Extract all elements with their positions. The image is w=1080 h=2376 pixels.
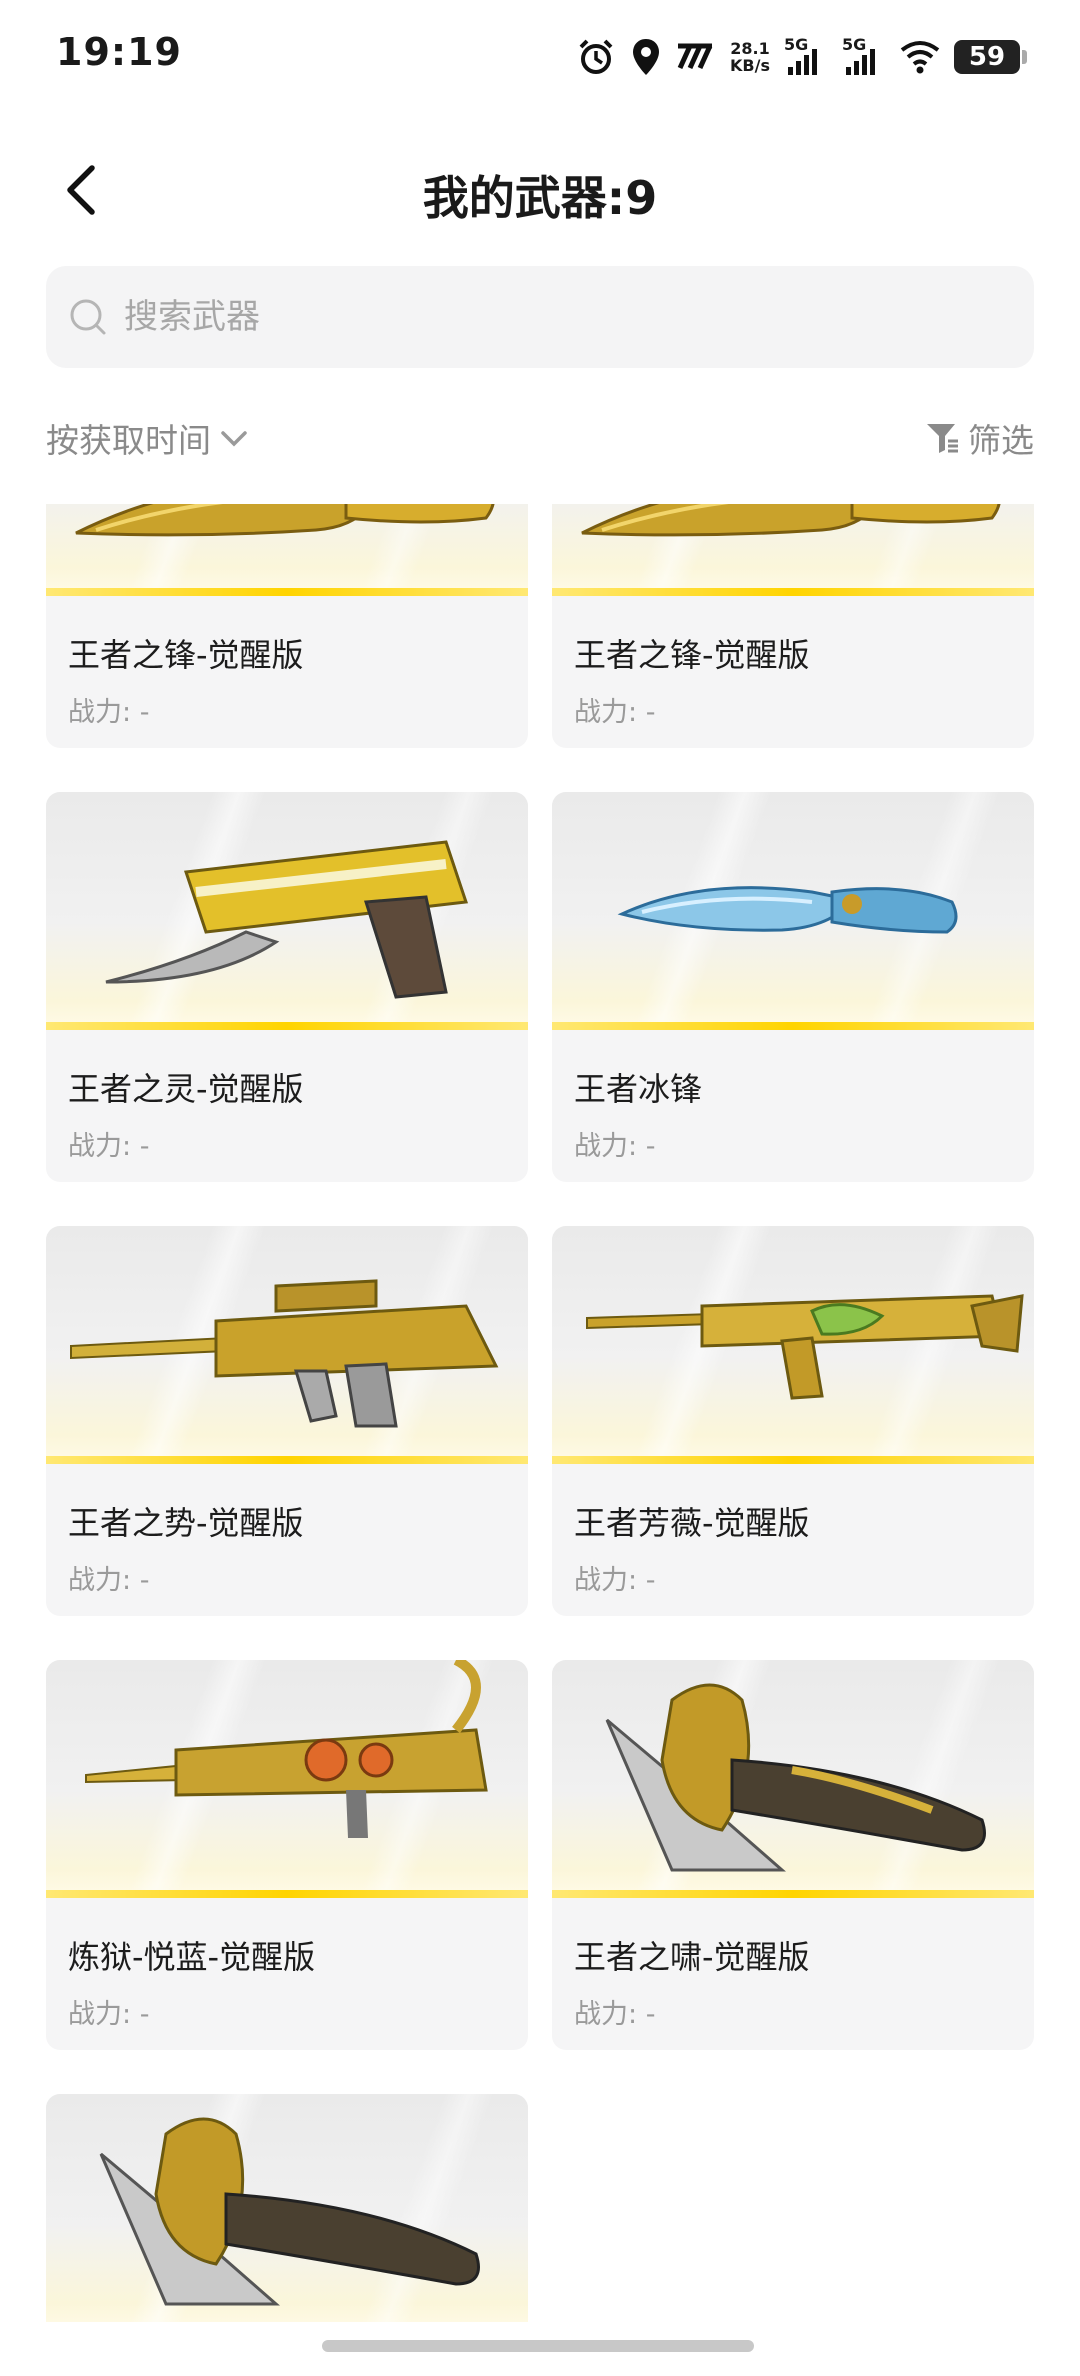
power-value: - [139, 697, 150, 728]
sort-filter-row: 按获取时间 筛选 [46, 408, 1034, 468]
weapon-image [46, 504, 528, 596]
golden-assault-rifle-image [586, 1294, 1024, 1400]
network-speed-unit: KB/s [730, 56, 770, 75]
power-label: 战力: [68, 697, 132, 728]
search-input[interactable] [122, 296, 926, 338]
app-header: 我的武器:9 [0, 140, 1080, 240]
golden-rifle-image [70, 1279, 499, 1428]
weapon-power: 战力: - [574, 1992, 655, 2031]
weapon-grid[interactable]: 王者之锋-觉醒版 战力: - 王者之锋-觉醒版 战力: - 王者之灵-觉醒版 战… [46, 504, 1034, 2322]
sort-dropdown[interactable]: 按获取时间 [46, 414, 251, 462]
weapon-power: 战力: - [68, 1992, 149, 2031]
power-label: 战力: [68, 1999, 132, 2030]
weapon-card[interactable]: 炼狱-悦蓝-觉醒版 战力: - [46, 1660, 528, 2050]
sort-label: 按获取时间 [46, 421, 211, 460]
location-icon [633, 39, 660, 75]
weapon-card[interactable]: 王者之锋-觉醒版 战力: - [46, 504, 528, 748]
weapon-card[interactable]: 王者之啸-觉醒版 战力: - [552, 1660, 1034, 2050]
weapon-name: 王者之势-觉醒版 [68, 1504, 304, 1542]
weapon-card[interactable]: 王者芳薇-觉醒版 战力: - [552, 1226, 1034, 1616]
page-title: 我的武器:9 [422, 171, 658, 225]
weapon-power: 战力: - [574, 1558, 655, 1597]
wifi-icon [900, 41, 940, 74]
ice-knife-image [617, 886, 958, 934]
filter-label: 筛选 [968, 421, 1034, 460]
search-bar[interactable] [46, 266, 1034, 368]
search-icon [70, 299, 106, 335]
power-value: - [645, 1565, 656, 1596]
signal-bars-icon [788, 49, 817, 75]
power-value: - [645, 1131, 656, 1162]
weapon-name: 王者之灵-觉醒版 [68, 1070, 304, 1108]
power-value: - [139, 1999, 150, 2030]
status-icons: 28.1 KB/s 5G 5G 59 [576, 32, 1027, 82]
filter-icon [927, 424, 958, 453]
weapon-image [552, 1226, 1034, 1464]
power-label: 战力: [68, 1131, 132, 1162]
weapon-power: 战力: - [574, 1124, 655, 1163]
weapon-name: 王者芳薇-觉醒版 [574, 1504, 810, 1542]
power-value: - [139, 1565, 150, 1596]
power-label: 战力: [574, 1565, 638, 1596]
status-time: 19:19 [56, 30, 182, 74]
power-label: 战力: [574, 1999, 638, 2030]
weapon-power: 战力: - [68, 1124, 149, 1163]
signal-sim2: 5G [842, 35, 886, 79]
weapon-name: 王者冰锋 [574, 1070, 703, 1108]
home-indicator[interactable] [322, 2340, 754, 2352]
weapon-card[interactable]: 王者之势-觉醒版 战力: - [46, 1226, 528, 1616]
weapon-card[interactable] [46, 2094, 528, 2322]
power-value: - [645, 1999, 656, 2030]
weapon-name: 王者之锋-觉醒版 [574, 636, 810, 674]
weapon-name: 王者之啸-觉醒版 [574, 1938, 810, 1976]
weapon-image [552, 792, 1034, 1030]
weapon-power: 战力: - [68, 690, 149, 729]
power-value: - [645, 697, 656, 728]
ornate-dragon-gun-image [85, 1660, 488, 1838]
golden-pistol-image [105, 840, 469, 999]
power-value: - [139, 1131, 150, 1162]
status-bar: 19:19 28.1 KB/s 5G 5G 59 [0, 0, 1080, 120]
alarm-icon [579, 39, 613, 74]
signal-bars-icon [846, 49, 875, 75]
power-label: 战力: [574, 1131, 638, 1162]
weapon-power: 战力: - [68, 1558, 149, 1597]
weapon-image [552, 504, 1034, 596]
weapon-image [46, 792, 528, 1030]
weapon-image [46, 1660, 528, 1898]
app-notification-icon [677, 43, 713, 70]
network-speed: 28.1 KB/s [730, 40, 770, 74]
weapon-power: 战力: - [574, 690, 655, 729]
golden-axe-image [605, 1683, 986, 1872]
weapon-name: 王者之锋-觉醒版 [68, 636, 304, 674]
filter-button[interactable]: 筛选 [924, 414, 1034, 462]
weapon-name: 炼狱-悦蓝-觉醒版 [68, 1938, 316, 1976]
weapon-card[interactable]: 王者冰锋 战力: - [552, 792, 1034, 1182]
weapon-image [46, 2094, 528, 2322]
weapon-image [46, 1226, 528, 1464]
battery-indicator: 59 [954, 40, 1027, 74]
golden-knife-image [581, 504, 1001, 537]
power-label: 战力: [574, 697, 638, 728]
weapon-image [552, 1660, 1034, 1898]
chevron-down-icon [221, 431, 247, 447]
network-speed-value: 28.1 [730, 39, 770, 58]
power-label: 战力: [68, 1565, 132, 1596]
weapon-card[interactable]: 王者之灵-觉醒版 战力: - [46, 792, 528, 1182]
signal-sim1: 5G [784, 35, 828, 79]
golden-axe-image [99, 2117, 480, 2306]
golden-knife-image [75, 504, 495, 537]
weapon-card[interactable]: 王者之锋-觉醒版 战力: - [552, 504, 1034, 748]
